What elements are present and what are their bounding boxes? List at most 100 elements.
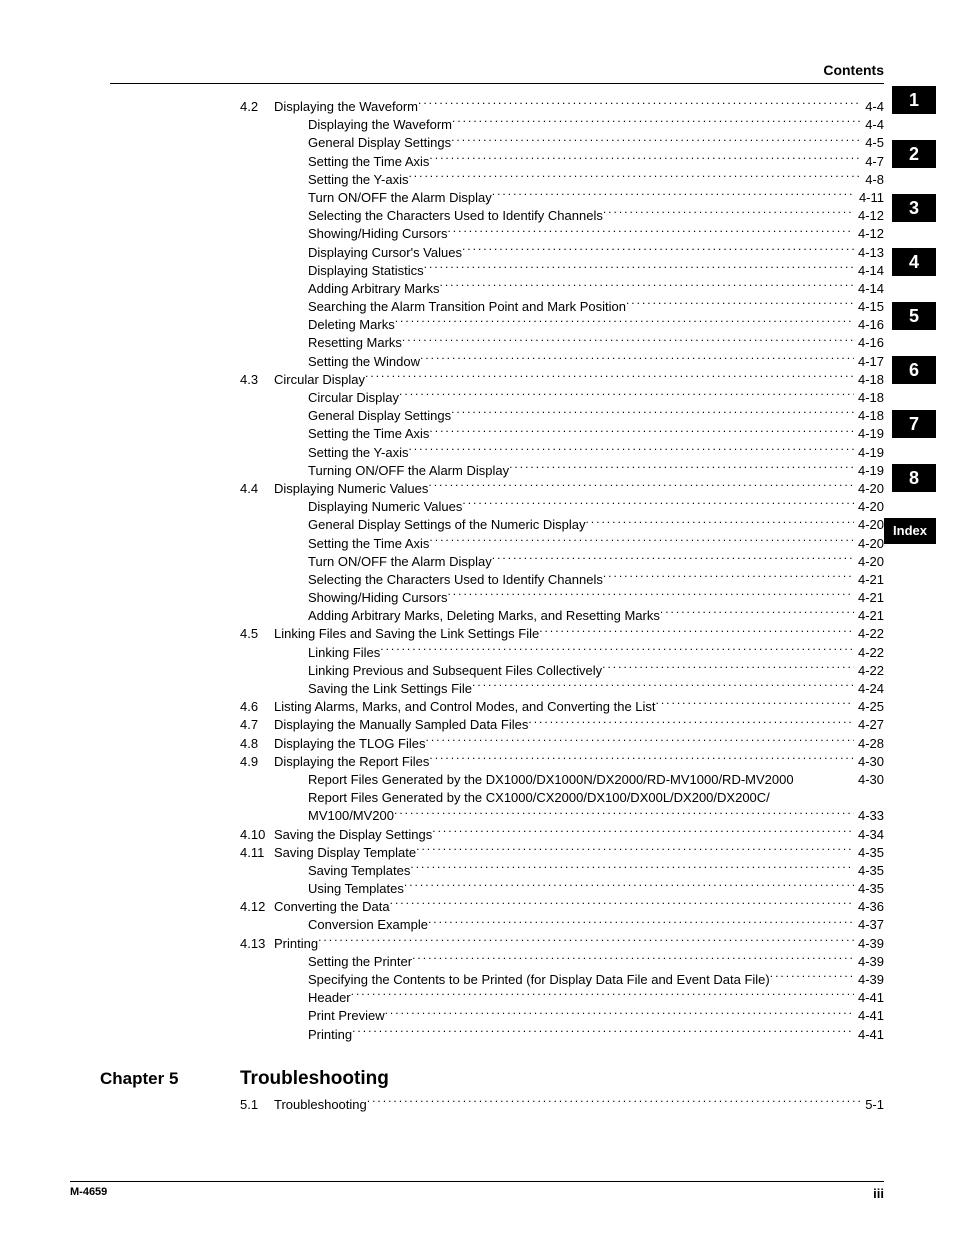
toc-row: 4.9Displaying the Report Files4-30: [240, 753, 884, 771]
toc-leader: [424, 262, 854, 275]
toc-page: 4-20: [854, 553, 884, 571]
toc-leader: [492, 553, 854, 566]
toc-page: 4-35: [854, 880, 884, 898]
toc-page: 4-21: [854, 607, 884, 625]
toc-leader: [492, 189, 855, 202]
toc-leader: [410, 862, 854, 875]
toc-leader: [352, 1026, 854, 1039]
toc-row: Turning ON/OFF the Alarm Display4-19: [240, 462, 884, 480]
toc-row: Printing4-41: [240, 1026, 884, 1044]
toc-title: Displaying Numeric Values: [308, 498, 462, 516]
toc-leader: [418, 98, 861, 111]
tab-8[interactable]: 8: [892, 464, 936, 492]
tab-2[interactable]: 2: [892, 140, 936, 168]
toc-title: Setting the Time Axis: [308, 535, 429, 553]
toc-title: Print Preview: [308, 1007, 385, 1025]
toc-page: 4-22: [854, 625, 884, 643]
toc-row: Setting the Y-axis4-19: [240, 444, 884, 462]
toc-row: Saving the Link Settings File4-24: [240, 680, 884, 698]
toc-num: 4.6: [240, 698, 274, 716]
toc-row: Header4-41: [240, 989, 884, 1007]
toc-row: Saving Templates4-35: [240, 862, 884, 880]
toc-page: 4-14: [854, 262, 884, 280]
toc-row: Setting the Time Axis4-19: [240, 425, 884, 443]
toc-row: General Display Settings4-5: [240, 134, 884, 152]
toc-leader: [385, 1007, 854, 1020]
toc-row: General Display Settings4-18: [240, 407, 884, 425]
footer: M-4659 iii: [70, 1181, 884, 1201]
toc-leader: [395, 316, 854, 329]
toc-num: 4.8: [240, 735, 274, 753]
toc-leader: [447, 225, 854, 238]
tab-3[interactable]: 3: [892, 194, 936, 222]
toc-title: Selecting the Characters Used to Identif…: [308, 571, 603, 589]
chapter-title: Troubleshooting: [240, 1068, 389, 1090]
toc-page: 4-41: [854, 989, 884, 1007]
toc-row: Showing/Hiding Cursors4-21: [240, 589, 884, 607]
toc-page: 4-33: [854, 807, 884, 825]
toc-title: General Display Settings of the Numeric …: [308, 516, 585, 534]
toc-title: Setting the Y-axis: [308, 171, 408, 189]
toc-leader: [428, 480, 854, 493]
toc-page: 4-20: [854, 480, 884, 498]
toc-main: 4.2Displaying the Waveform4-4Displaying …: [240, 98, 884, 1044]
toc-page: 4-19: [854, 462, 884, 480]
toc-title: Displaying the Waveform: [308, 116, 452, 134]
toc-title: Setting the Time Axis: [308, 425, 429, 443]
toc-row: Adding Arbitrary Marks, Deleting Marks, …: [240, 607, 884, 625]
toc-page: 4-20: [854, 535, 884, 553]
toc-page: 4-28: [854, 735, 884, 753]
toc-title: Circular Display: [308, 389, 399, 407]
toc-leader: [394, 807, 854, 820]
toc-page: 4-25: [854, 698, 884, 716]
toc-title: Setting the Time Axis: [308, 153, 429, 171]
toc-page: 4-30: [854, 771, 884, 789]
toc-leader: [426, 735, 854, 748]
toc-row: Linking Previous and Subsequent Files Co…: [240, 662, 884, 680]
toc-row: Setting the Time Axis 4-7: [240, 153, 884, 171]
toc-page: 4-22: [854, 644, 884, 662]
toc-title: Displaying Statistics: [308, 262, 424, 280]
toc-page: 4-20: [854, 498, 884, 516]
toc-title: Setting the Window: [308, 353, 420, 371]
toc-row: 4.11Saving Display Template4-35: [240, 844, 884, 862]
chapter-label: Chapter 5: [100, 1069, 240, 1089]
tab-index[interactable]: Index: [884, 518, 936, 544]
toc-row: Setting the Time Axis 4-20: [240, 535, 884, 553]
toc-leader: [380, 644, 854, 657]
toc-page: 4-4: [861, 98, 884, 116]
toc-title: Linking Previous and Subsequent Files Co…: [308, 662, 602, 680]
toc-leader: [585, 516, 854, 529]
toc-title: Displaying the TLOG Files: [274, 735, 426, 753]
toc-title: Setting the Y-axis: [308, 444, 408, 462]
toc-leader: [428, 916, 854, 929]
toc-row: 4.12Converting the Data4-36: [240, 898, 884, 916]
toc-row: Displaying Cursor's Values4-13: [240, 244, 884, 262]
tab-6[interactable]: 6: [892, 356, 936, 384]
toc-leader: [603, 207, 854, 220]
tab-7[interactable]: 7: [892, 410, 936, 438]
toc-leader: [509, 462, 854, 475]
toc-page: 4-7: [861, 153, 884, 171]
toc-leader: [408, 444, 854, 457]
tab-1[interactable]: 1: [892, 86, 936, 114]
toc-title: Printing: [274, 935, 318, 953]
toc-title: Adding Arbitrary Marks: [308, 280, 440, 298]
toc-page: 4-5: [861, 134, 884, 152]
toc-page: 4-18: [854, 371, 884, 389]
toc-leader: [420, 353, 854, 366]
toc-leader: [462, 244, 854, 257]
tab-5[interactable]: 5: [892, 302, 936, 330]
toc-row: Displaying Numeric Values 4-20: [240, 498, 884, 516]
toc-page: 4-14: [854, 280, 884, 298]
toc-page: 4-27: [854, 716, 884, 734]
toc-leader: [429, 753, 854, 766]
page: Contents 4.2Displaying the Waveform4-4Di…: [0, 0, 954, 1235]
toc-num: 4.13: [240, 935, 274, 953]
toc-title: Adding Arbitrary Marks, Deleting Marks, …: [308, 607, 660, 625]
toc-page: 4-39: [854, 953, 884, 971]
toc-title: Saving Display Template: [274, 844, 416, 862]
tab-4[interactable]: 4: [892, 248, 936, 276]
toc-title: Resetting Marks: [308, 334, 402, 352]
toc-leader: [429, 153, 861, 166]
